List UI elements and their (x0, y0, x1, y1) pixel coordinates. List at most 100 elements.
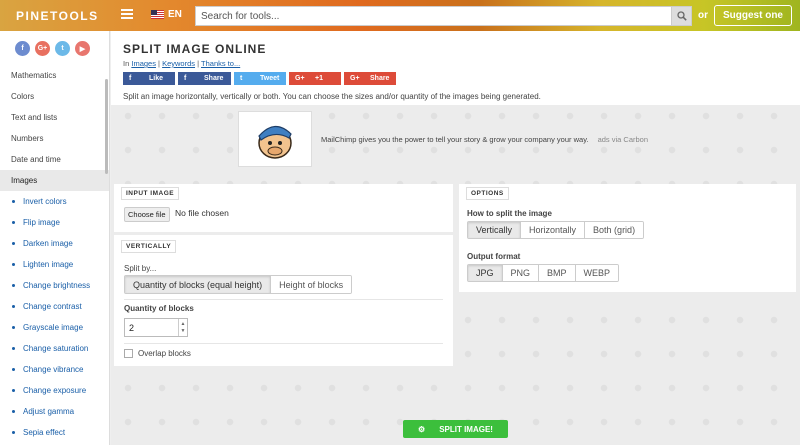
site-logo[interactable]: PINETOOLS (16, 9, 99, 23)
google-plus-one-button[interactable]: G+ +1 (289, 72, 341, 85)
split-by-label: Split by... (124, 264, 157, 273)
vertically-tag: VERTICALLY (121, 240, 177, 253)
overlap-blocks-checkbox[interactable]: Overlap blocks (124, 349, 191, 358)
quantity-label: Quantity of blocks (124, 304, 194, 313)
split-by-toggle: Quantity of blocks (equal height) Height… (124, 275, 353, 294)
divider (124, 343, 443, 344)
split-image-button[interactable]: ⚙ SPLIT IMAGE! (403, 420, 508, 438)
split-mode-toggle: Vertically Horizontally Both (grid) (467, 221, 645, 239)
facebook-like-label: Like (149, 75, 164, 82)
format-bmp-option[interactable]: BMP (539, 265, 576, 281)
ad-via-label[interactable]: ads via Carbon (598, 135, 648, 144)
facebook-icon: f (129, 75, 132, 82)
facebook-like-button[interactable]: f Like (123, 72, 175, 85)
sidebar-category-images[interactable]: Images (0, 170, 109, 191)
gear-icon: ⚙ (418, 424, 426, 434)
google-plus-icon[interactable]: G+ (35, 41, 50, 56)
facebook-icon: f (184, 75, 187, 82)
sidebar-item-change-contrast[interactable]: Change contrast (0, 296, 109, 317)
google-plus-one-label: +1 (315, 75, 323, 82)
page-description: Split an image horizontally, vertically … (123, 92, 541, 101)
input-image-tag: INPUT IMAGE (121, 187, 180, 200)
google-plus-icon: G+ (350, 75, 360, 82)
breadcrumb-in: In (123, 59, 130, 68)
sidebar-category-numbers[interactable]: Numbers (0, 128, 109, 149)
breadcrumb-thanks-link[interactable]: Thanks to... (201, 59, 240, 68)
mailchimp-logo-icon (258, 125, 292, 159)
how-to-split-label: How to split the image (467, 209, 552, 218)
sidebar-item-darken-image[interactable]: Darken image (0, 233, 109, 254)
ad-text[interactable]: MailChimp gives you the power to tell yo… (321, 135, 648, 144)
sidebar-item-sepia-effect[interactable]: Sepia effect (0, 422, 109, 443)
facebook-icon[interactable]: f (15, 41, 30, 56)
ad-message: MailChimp gives you the power to tell yo… (321, 135, 589, 144)
sidebar-item-lighten-image[interactable]: Lighten image (0, 254, 109, 275)
input-image-card: INPUT IMAGE Choose file No file chosen (114, 184, 453, 232)
title-area: SPLIT IMAGE ONLINE In Images | Keywords … (111, 31, 800, 105)
sidebar-item-change-saturation[interactable]: Change saturation (0, 338, 109, 359)
google-plus-share-button[interactable]: G+ Share (344, 72, 396, 85)
split-horizontally-option[interactable]: Horizontally (521, 222, 586, 238)
sidebar-item-invert-colors[interactable]: Invert colors (0, 191, 109, 212)
checkbox-icon[interactable] (124, 349, 133, 358)
options-card: OPTIONS How to split the image Verticall… (459, 184, 796, 292)
facebook-share-button[interactable]: f Share (178, 72, 231, 85)
facebook-share-label: Share (204, 75, 224, 82)
google-plus-share-label: Share (370, 75, 390, 82)
vertically-card: VERTICALLY Split by... Quantity of block… (114, 235, 453, 366)
social-links: f G+ t ▶ (0, 31, 109, 65)
ad-image[interactable] (238, 111, 312, 167)
language-selector[interactable]: EN (151, 9, 182, 20)
google-plus-icon: G+ (295, 75, 305, 82)
split-image-label: SPLIT IMAGE! (439, 424, 493, 434)
breadcrumb: In Images | Keywords | Thanks to... (123, 59, 241, 68)
menu-icon[interactable] (121, 9, 133, 21)
stepper-arrows-icon[interactable]: ▲ ▼ (178, 319, 187, 336)
split-by-height-option[interactable]: Height of blocks (271, 276, 352, 293)
overlap-blocks-label: Overlap blocks (138, 349, 191, 358)
split-by-quantity-option[interactable]: Quantity of blocks (equal height) (125, 276, 272, 293)
divider (124, 299, 443, 300)
sidebar-category-mathematics[interactable]: Mathematics (0, 65, 109, 86)
output-format-toggle: JPG PNG BMP WEBP (467, 264, 620, 282)
quantity-stepper[interactable]: 2 ▲ ▼ (124, 318, 188, 337)
sidebar-item-grayscale-image[interactable]: Grayscale image (0, 317, 109, 338)
suggest-button[interactable]: Suggest one (714, 5, 792, 26)
tweet-button[interactable]: t Tweet (234, 72, 286, 85)
sidebar-item-change-brightness[interactable]: Change brightness (0, 275, 109, 296)
search-input[interactable] (196, 7, 666, 25)
sidebar-category-date-and-time[interactable]: Date and time (0, 149, 109, 170)
search-box (195, 6, 692, 26)
sidebar-item-change-vibrance[interactable]: Change vibrance (0, 359, 109, 380)
twitter-icon: t (240, 75, 243, 82)
youtube-icon[interactable]: ▶ (75, 41, 90, 56)
choose-file-button[interactable]: Choose file (124, 207, 170, 222)
us-flag-icon (151, 10, 164, 19)
sidebar: f G+ t ▶ Mathematics Colors Text and lis… (0, 31, 110, 445)
breadcrumb-keywords-link[interactable]: Keywords (162, 59, 195, 68)
split-both-grid-option[interactable]: Both (grid) (585, 222, 644, 238)
or-label: or (698, 10, 708, 21)
quantity-value: 2 (129, 322, 135, 333)
twitter-icon[interactable]: t (55, 41, 70, 56)
format-jpg-option[interactable]: JPG (468, 265, 503, 281)
split-vertically-option[interactable]: Vertically (468, 222, 522, 238)
tweet-label: Tweet (260, 75, 280, 82)
top-bar: PINETOOLS EN or Suggest one (0, 0, 800, 31)
sidebar-item-adjust-gamma[interactable]: Adjust gamma (0, 401, 109, 422)
format-webp-option[interactable]: WEBP (575, 265, 619, 281)
page-title: SPLIT IMAGE ONLINE (123, 42, 267, 56)
search-icon (676, 11, 687, 21)
sidebar-scrollbar[interactable] (105, 79, 108, 174)
options-tag: OPTIONS (466, 187, 509, 200)
no-file-label: No file chosen (175, 208, 229, 218)
language-label: EN (168, 9, 182, 20)
breadcrumb-images-link[interactable]: Images (131, 59, 156, 68)
output-format-label: Output format (467, 252, 521, 261)
sidebar-item-flip-image[interactable]: Flip image (0, 212, 109, 233)
sidebar-item-change-exposure[interactable]: Change exposure (0, 380, 109, 401)
search-button[interactable] (671, 7, 691, 25)
sidebar-category-colors[interactable]: Colors (0, 86, 109, 107)
sidebar-category-text-and-lists[interactable]: Text and lists (0, 107, 109, 128)
format-png-option[interactable]: PNG (502, 265, 540, 281)
